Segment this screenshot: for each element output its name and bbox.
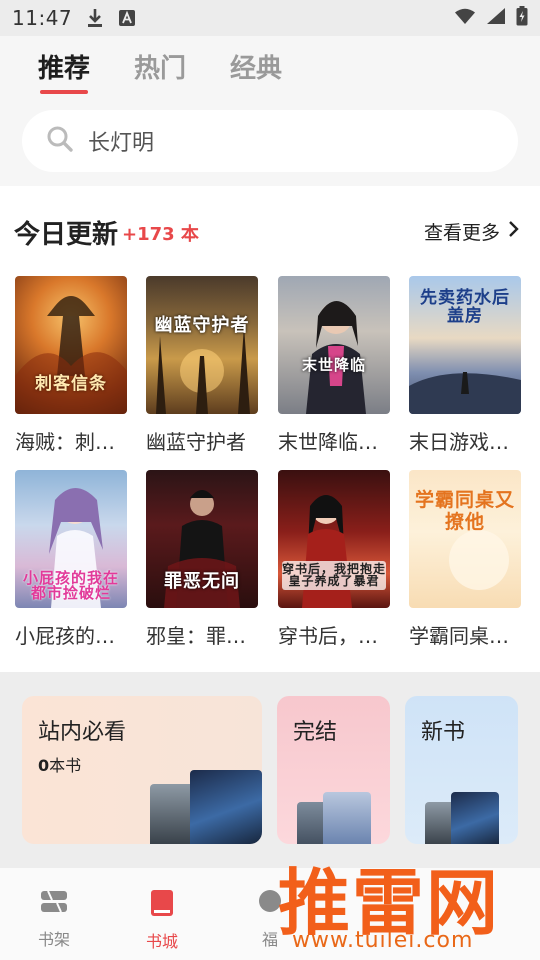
cover-text: 幽蓝守护者 [154,315,250,337]
book-cover: 刺客信条 [15,276,127,414]
book-cover: 穿书后，我把抱走皇子养成了暴君 [278,470,390,608]
see-more-label: 查看更多 [423,222,500,244]
status-time: 11:47 [12,6,73,30]
category-title: 完结 [293,720,338,745]
today-update-section: 今日更新 +173 本 查看更多 刺客信条 海贼：刺… 幽蓝守护者 幽蓝守护者 … [0,186,540,672]
book-title: 邪皇：罪… [146,624,246,648]
mini-cover [323,792,371,844]
category-card-must-read[interactable]: 站内必看 0本书 [22,696,262,844]
signal-icon [486,7,506,29]
category-count: 0本书 [38,752,81,776]
book-cover: 末世降临 [278,276,390,414]
cover-text: 先卖药水后盖房 [420,288,510,326]
book-cover: 罪恶无间 [146,470,258,608]
book-cover: 学霸同桌又撩他 [409,470,521,608]
category-count-number: 0 [38,756,50,775]
book-item[interactable]: 小屁孩的我在都市捡破烂 小屁孩的… [15,470,127,649]
book-cover: 幽蓝守护者 [146,276,258,414]
top-tabs: 推荐 热门 经典 [38,48,282,94]
chevron-right-icon [508,220,520,243]
book-title: 末日游戏… [409,430,509,454]
wifi-icon [454,7,476,29]
mini-cover [190,770,262,844]
tab-hot[interactable]: 热门 [134,48,186,94]
tab-classic[interactable]: 经典 [230,48,282,94]
watermark-url: www.tuilei.com [292,928,474,953]
nav-label: 书架 [37,930,70,949]
text-icon [118,9,136,27]
book-cover: 小屁孩的我在都市捡破烂 [15,470,127,608]
tab-recommend[interactable]: 推荐 [38,48,90,94]
nav-bookstore[interactable]: 书城 [132,888,192,952]
nav-label: 书城 [145,932,178,951]
category-title: 新书 [421,720,466,745]
header: 推荐 热门 经典 长灯明 [0,36,540,186]
category-card-new[interactable]: 新书 [405,696,518,844]
search-bar[interactable]: 长灯明 [22,110,518,172]
see-more-button[interactable]: 查看更多 [424,218,520,245]
bookshelf-icon [24,888,84,920]
book-item[interactable]: 学霸同桌又撩他 学霸同桌… [409,470,521,649]
book-item[interactable]: 罪恶无间 邪皇：罪… [146,470,258,649]
book-cover: 先卖药水后盖房 [409,276,521,414]
cover-text: 末世降临 [301,356,366,375]
book-title: 穿书后，… [278,624,378,648]
book-title: 学霸同桌… [409,624,509,648]
book-item[interactable]: 末世降临 末世降临… [278,276,390,455]
category-count-unit: 本书 [49,756,82,775]
book-item[interactable]: 先卖药水后盖房 末日游戏… [409,276,521,455]
book-item[interactable]: 刺客信条 海贼：刺… [15,276,127,455]
cover-text: 学霸同桌又撩他 [414,489,515,533]
battery-icon [516,6,528,30]
category-title: 站内必看 [38,720,127,745]
book-title: 海贼：刺… [15,430,115,454]
cover-text: 小屁孩的我在都市捡破烂 [22,568,119,603]
book-title: 末世降临… [278,430,378,454]
section-title: 今日更新 [14,220,119,250]
download-icon [86,8,104,28]
watermark: 推雷网 www.tuilei.com [270,838,540,960]
nav-bookshelf[interactable]: 书架 [24,888,84,950]
cover-text: 穿书后，我把抱走皇子养成了暴君 [282,560,387,590]
mini-cover [451,792,499,844]
search-icon [46,125,74,157]
cover-text: 罪恶无间 [164,571,240,593]
book-title: 幽蓝守护者 [146,430,246,454]
book-icon [132,888,192,922]
category-card-completed[interactable]: 完结 [277,696,390,844]
cover-text: 刺客信条 [35,374,107,395]
book-item[interactable]: 幽蓝守护者 幽蓝守护者 [146,276,258,455]
book-item[interactable]: 穿书后，我把抱走皇子养成了暴君 穿书后，… [278,470,390,649]
search-query: 长灯明 [88,131,155,156]
status-bar: 11:47 [0,0,540,36]
book-title: 小屁孩的… [15,624,115,648]
update-count: +173 本 [122,224,199,245]
